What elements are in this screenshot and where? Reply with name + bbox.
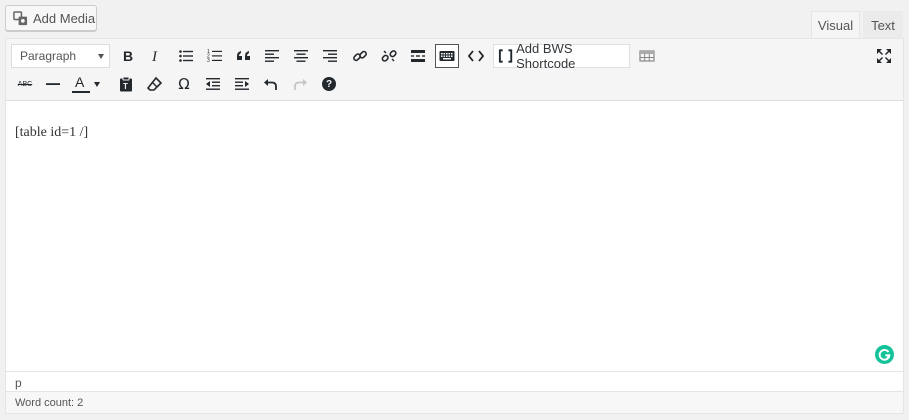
code-button[interactable] (464, 44, 488, 68)
clear-formatting-button[interactable] (143, 72, 167, 96)
outdent-button[interactable] (201, 72, 225, 96)
editor-toolbar: Paragraph B I 1 2 3 Add BWS Shortcode AB… (6, 39, 903, 101)
media-icon (13, 10, 28, 25)
align-right-icon (323, 50, 337, 62)
indent-icon (235, 78, 249, 90)
text-color-icon: A (72, 74, 90, 93)
editor-content[interactable]: [table id=1 /] (6, 101, 903, 371)
strikethrough-icon: ABC (17, 80, 33, 88)
outdent-icon (206, 78, 220, 90)
editor: Paragraph B I 1 2 3 Add BWS Shortcode AB… (5, 38, 904, 414)
svg-text:3: 3 (207, 58, 210, 64)
align-left-icon (265, 50, 279, 62)
undo-button[interactable] (259, 72, 283, 96)
fullscreen-button[interactable] (872, 44, 896, 68)
blockquote-button[interactable] (232, 44, 256, 68)
shortcode-label: Add BWS Shortcode (516, 41, 576, 71)
element-path: p (6, 371, 903, 391)
path-element-p[interactable]: p (15, 376, 22, 390)
link-icon (353, 50, 367, 62)
add-bws-shortcode-button[interactable]: Add BWS Shortcode (493, 41, 630, 71)
numbered-list-icon: 1 2 3 (207, 49, 222, 64)
grammarly-icon (878, 348, 891, 361)
add-media-button[interactable]: Add Media (5, 5, 97, 31)
help-label: ? (325, 78, 333, 90)
grammarly-button[interactable] (875, 345, 894, 364)
svg-text:I: I (151, 49, 158, 64)
fullscreen-icon (877, 49, 891, 63)
italic-icon: I (151, 49, 158, 64)
special-character-button[interactable]: Ω (172, 72, 196, 96)
align-center-button[interactable] (289, 44, 313, 68)
table-icon (639, 50, 655, 62)
redo-icon (294, 79, 307, 90)
bullet-list-icon (179, 50, 193, 62)
chevron-down-icon (98, 54, 104, 59)
add-media-label: Add Media (33, 10, 96, 26)
eraser-icon (147, 76, 163, 91)
help-icon: ? (322, 77, 336, 91)
bold-icon: B (123, 48, 133, 64)
clipboard-icon: T (120, 76, 132, 92)
insert-more-button[interactable] (406, 44, 430, 68)
svg-text:T: T (123, 82, 128, 91)
svg-text:B: B (123, 48, 133, 64)
help-button[interactable]: ? (317, 72, 341, 96)
text-color-label: A (75, 74, 85, 90)
table-button[interactable] (635, 44, 659, 68)
keyboard-icon (439, 51, 455, 61)
strikethrough-button[interactable]: ABC (12, 72, 38, 96)
code-icon (468, 50, 484, 62)
omega-icon: Ω (178, 75, 190, 93)
remove-link-button[interactable] (377, 44, 401, 68)
format-select[interactable]: Paragraph (11, 44, 110, 68)
align-right-button[interactable] (318, 44, 342, 68)
format-select-value: Paragraph (20, 49, 77, 63)
quote-icon (237, 51, 250, 60)
align-center-icon (294, 50, 308, 62)
undo-icon (264, 79, 277, 90)
italic-button[interactable]: I (144, 44, 168, 68)
tab-visual[interactable]: Visual (811, 11, 860, 38)
content-paragraph: [table id=1 /] (15, 125, 89, 140)
word-count: Word count: 2 (6, 391, 903, 413)
unlink-icon (381, 50, 397, 62)
horizontal-line-icon (46, 83, 60, 85)
align-left-button[interactable] (260, 44, 284, 68)
numbered-list-button[interactable]: 1 2 3 (203, 44, 227, 68)
toolbar-toggle-button[interactable] (435, 44, 459, 68)
horizontal-line-button[interactable] (41, 72, 65, 96)
tab-text[interactable]: Text (863, 11, 903, 38)
insert-link-button[interactable] (348, 44, 372, 68)
bullet-list-button[interactable] (174, 44, 198, 68)
paste-as-text-button[interactable]: T (114, 72, 138, 96)
bold-button[interactable]: B (116, 44, 140, 68)
shortcode-brackets-icon (498, 49, 513, 63)
redo-button[interactable] (288, 72, 312, 96)
indent-button[interactable] (230, 72, 254, 96)
text-color-button[interactable]: A (68, 72, 104, 96)
chevron-down-icon[interactable] (94, 81, 100, 87)
read-more-icon (411, 50, 425, 62)
